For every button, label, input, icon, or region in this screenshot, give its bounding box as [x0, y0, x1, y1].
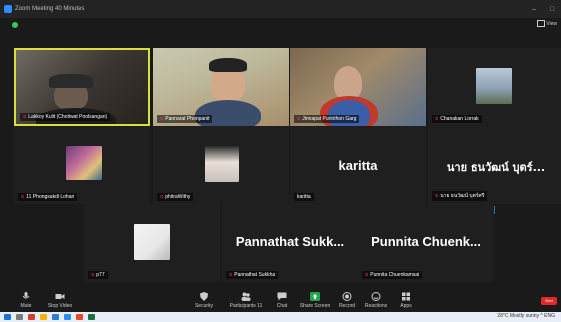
excel-icon[interactable]	[88, 314, 95, 320]
participant-tile[interactable]: นาย ธนวัฒน์ บุตร์... ⦸ นาย ธนวัฒน์ บุตร์ศ…	[428, 126, 561, 204]
participant-name: ⦸ Punnita Chuenkamsai	[362, 271, 423, 279]
microphone-icon	[22, 292, 30, 299]
participant-name: ⦸ 11 Phongsakdi Lohan	[18, 193, 78, 201]
avatar	[66, 146, 102, 180]
participant-tile[interactable]: Punnita Chuenk... ⦸ Punnita Chuenkamsai	[358, 204, 494, 282]
apps-button[interactable]: Apps	[388, 292, 424, 309]
participant-display-name: karitta	[338, 158, 378, 173]
security-button[interactable]: Security	[186, 292, 222, 309]
avatar	[476, 68, 512, 104]
participant-tile[interactable]: ⦸ 11 Phongsakdi Lohan	[14, 126, 150, 204]
participant-display-name: Pannathat Sukk...	[235, 234, 345, 249]
search-icon[interactable]	[16, 314, 23, 320]
participant-name: ⦸ phitraWithy	[157, 193, 194, 201]
participant-display-name: นาย ธนวัฒน์ บุตร์...	[446, 161, 546, 174]
share-screen-icon	[310, 292, 320, 301]
participant-tile[interactable]: ⦸ p77	[84, 204, 220, 282]
participant-name: ⦸ Lakkoy Kulit (Chotiwat Poolsangan)	[20, 113, 111, 121]
app-icon[interactable]	[28, 314, 35, 320]
minimize-button[interactable]: –	[525, 6, 543, 13]
maximize-button[interactable]: □	[543, 6, 561, 13]
participant-name: ⦸ p77	[88, 271, 108, 279]
participant-tile[interactable]: ⦸ Jinnapat Purinthon Garg	[290, 48, 426, 126]
shield-icon	[200, 292, 208, 301]
participant-display-name: Punnita Chuenk...	[371, 234, 481, 249]
participant-name: karitta	[294, 193, 314, 201]
avatar	[205, 146, 239, 182]
share-screen-button[interactable]: Share Screen	[297, 292, 333, 309]
start-icon[interactable]	[4, 314, 11, 320]
participant-name: ⦸ Jinnapat Purinthon Garg	[294, 115, 360, 123]
security-shield-icon[interactable]	[12, 22, 18, 28]
window-title: Zoom Meeting 40 Minutes	[15, 6, 85, 12]
participant-tile[interactable]: ⦸ Chanakan Lorrak	[428, 48, 561, 126]
apps-icon	[402, 292, 410, 301]
zoom-logo-icon	[4, 5, 12, 13]
participants-icon	[241, 292, 251, 301]
zoom-icon[interactable]	[64, 314, 71, 320]
video-camera-icon	[55, 294, 65, 299]
stop-video-button[interactable]: Stop Video	[42, 292, 78, 309]
system-tray: 28°C Mostly sunny ^ ENG	[497, 313, 555, 319]
chat-button[interactable]: Chat	[264, 292, 300, 309]
os-taskbar: 28°C Mostly sunny ^ ENG	[0, 312, 561, 322]
participant-name: ⦸ Pannarat Phonpanit	[157, 115, 213, 123]
view-button[interactable]: View	[537, 20, 557, 27]
record-icon	[342, 292, 352, 301]
mute-button[interactable]: Mute	[8, 292, 44, 309]
participants-count: 11	[257, 303, 263, 309]
end-meeting-button[interactable]: End	[541, 297, 557, 305]
participant-tile[interactable]: ⦸ phitraWithy	[153, 126, 289, 204]
participant-tile[interactable]: ⦸ Pannarat Phonpanit	[153, 48, 289, 126]
folder-icon[interactable]	[40, 314, 47, 320]
chat-bubble-icon	[277, 292, 287, 301]
reactions-icon	[371, 292, 381, 301]
avatar	[134, 224, 170, 260]
meeting-toolbar: Mute Stop Video Security Participants 11…	[0, 290, 561, 312]
title-bar: Zoom Meeting 40 Minutes – □	[0, 0, 561, 18]
participant-name: ⦸ Pannathat Sukkha	[226, 271, 279, 279]
participant-tile[interactable]: ⦸ Lakkoy Kulit (Chotiwat Poolsangan)	[14, 48, 150, 126]
participant-tile[interactable]: karitta karitta	[290, 126, 426, 204]
participant-tile[interactable]: Pannathat Sukk... ⦸ Pannathat Sukkha	[222, 204, 358, 282]
participant-name: ⦸ นาย ธนวัฒน์ บุตร์ศรี	[432, 191, 488, 201]
edge-icon[interactable]	[52, 314, 59, 320]
participant-name: ⦸ Chanakan Lorrak	[432, 115, 482, 123]
participants-button[interactable]: Participants 11	[228, 292, 264, 309]
grid-view-icon	[537, 20, 546, 27]
powerpoint-icon[interactable]	[76, 314, 83, 320]
